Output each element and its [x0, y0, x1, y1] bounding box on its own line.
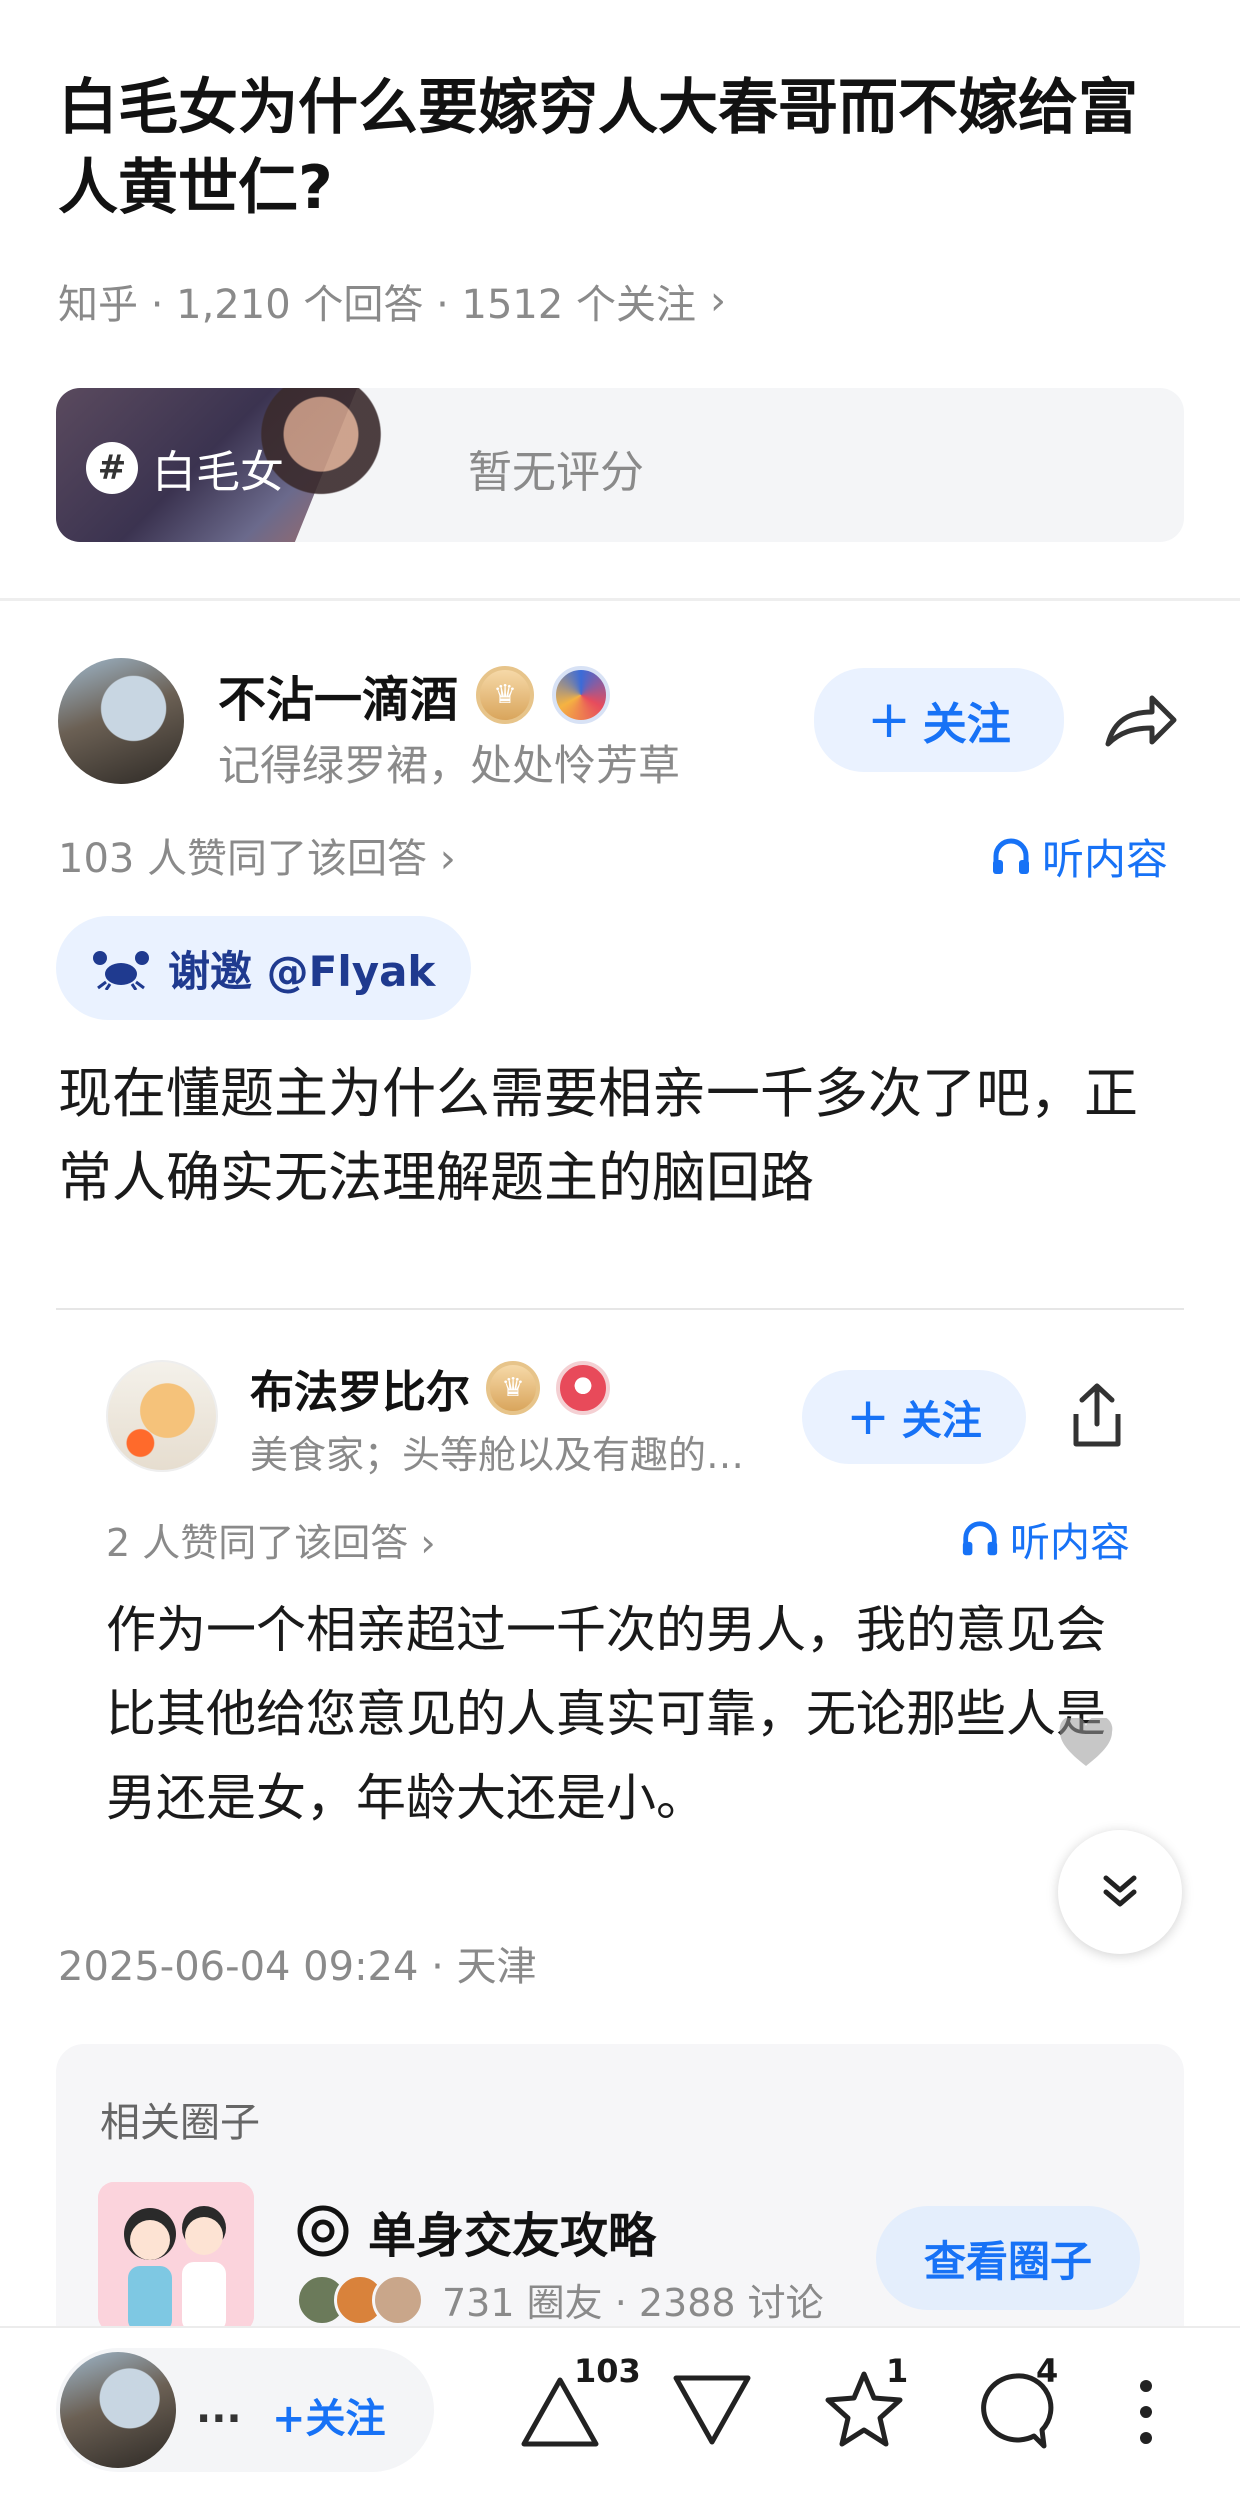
circle-stats: 731 圈友 · 2388 讨论 — [442, 2281, 824, 2325]
bottom-author-ellipsis: ... — [196, 2386, 242, 2432]
headphones-icon — [962, 1521, 998, 1556]
author-avatar[interactable] — [58, 658, 184, 784]
quoted-follow-button[interactable]: + 关注 — [802, 1370, 1026, 1464]
quoted-follow-label: 关注 — [901, 1398, 982, 1444]
answer-content[interactable]: 现在懂题主为什么需要相亲一千多次了吧，正常人确实无法理解题主的脑回路 — [58, 1052, 1168, 1220]
author-name: 不沾一滴酒 — [218, 672, 459, 728]
more-button[interactable] — [1124, 2376, 1168, 2452]
member-avatar — [372, 2273, 424, 2326]
double-chevron-down-icon — [1103, 1875, 1137, 1907]
quoted-author-name-row[interactable]: 布法罗比尔 ♛ — [250, 1356, 610, 1420]
hash-icon: # — [86, 442, 138, 494]
quote-divider — [56, 1308, 1184, 1310]
related-circle-heading: 相关圈子 — [100, 2100, 260, 2146]
medal-badge-icon — [556, 1361, 610, 1415]
upvote-count: 103 — [574, 2352, 641, 2390]
circle-thumbnail[interactable] — [98, 2182, 254, 2332]
quoted-answer-content[interactable]: 作为一个相亲超过一千次的男人，我的意见会比其他给您意见的人真实可靠，无论那些人是… — [106, 1588, 1146, 1840]
invite-label: 谢邀 @Flyak — [168, 946, 436, 996]
member-avatars — [296, 2273, 424, 2326]
quoted-upvote-summary[interactable]: 2 人赞同了该回答 › — [106, 1512, 436, 1567]
topic-name: 白毛女 — [152, 447, 284, 498]
target-icon — [297, 2205, 349, 2257]
question-meta-text: 知乎 · 1,210 个回答 · 1512 个关注 — [58, 282, 697, 328]
topic-card[interactable]: # 白毛女 暂无评分 — [56, 388, 1184, 542]
topic-tag: # 白毛女 — [86, 436, 284, 500]
author-bio: 记得绿罗裙，处处怜芳草 — [218, 741, 681, 790]
follow-label: 关注 — [922, 699, 1011, 750]
circle-title: 单身交友攻略 — [368, 2208, 657, 2264]
chevron-right-icon: › — [710, 278, 727, 324]
collapse-button[interactable] — [1058, 1830, 1182, 1954]
more-vertical-icon — [1140, 2380, 1152, 2444]
crown-badge-icon: ♛ — [486, 1361, 540, 1415]
bottom-author-avatar[interactable] — [60, 2352, 176, 2468]
upvote-summary[interactable]: 103 人赞同了该回答 › — [58, 826, 456, 884]
topic-score: 暂无评分 — [468, 447, 644, 498]
quoted-listen-label: 听内容 — [1010, 1520, 1130, 1566]
section-divider — [0, 598, 1240, 601]
quoted-author-bio: 美食家；头等舱以及有趣的… — [250, 1433, 745, 1477]
question-meta[interactable]: 知乎 · 1,210 个回答 · 1512 个关注 › — [58, 272, 726, 330]
listen-button[interactable]: 听内容 — [990, 826, 1168, 887]
author-name-row[interactable]: 不沾一滴酒 ♛ — [218, 660, 611, 730]
couple-illustration-icon — [98, 2182, 254, 2332]
crab-icon — [93, 951, 149, 990]
comment-count: 4 — [1036, 2352, 1059, 2390]
quoted-listen-button[interactable]: 听内容 — [960, 1510, 1130, 1568]
plus-icon: + — [846, 1387, 890, 1447]
invite-tag[interactable]: 谢邀 @Flyak — [56, 916, 472, 1020]
downvote-button[interactable] — [668, 2366, 756, 2458]
favorite-count: 1 — [886, 2352, 909, 2390]
plus-icon: + — [867, 690, 911, 750]
heart-icon[interactable] — [1058, 1718, 1114, 1770]
medal-badge-icon — [552, 666, 611, 724]
crown-badge-icon: ♛ — [476, 666, 535, 724]
listen-label: 听内容 — [1042, 835, 1169, 884]
follow-button[interactable]: + 关注 — [814, 668, 1064, 772]
share-arrow-icon[interactable] — [1100, 686, 1180, 756]
upload-share-icon[interactable] — [1060, 1378, 1134, 1454]
circle-stats-row: 731 圈友 · 2388 讨论 — [296, 2272, 824, 2327]
headphones-icon — [993, 838, 1029, 874]
quoted-author-avatar[interactable] — [106, 1360, 218, 1472]
question-title[interactable]: 白毛女为什么要嫁穷人大春哥而不嫁给富人黄世仁? — [58, 68, 1188, 228]
post-timestamp: 2025-06-04 09:24 · 天津 — [58, 1944, 537, 1990]
circle-title-row[interactable]: 单身交友攻略 — [296, 2196, 656, 2266]
quoted-author-name: 布法罗比尔 — [250, 1367, 470, 1418]
view-circle-button[interactable]: 查看圈子 — [876, 2206, 1140, 2310]
bottom-follow-button[interactable]: +关注 — [272, 2386, 386, 2444]
downvote-triangle-icon — [673, 2375, 751, 2445]
